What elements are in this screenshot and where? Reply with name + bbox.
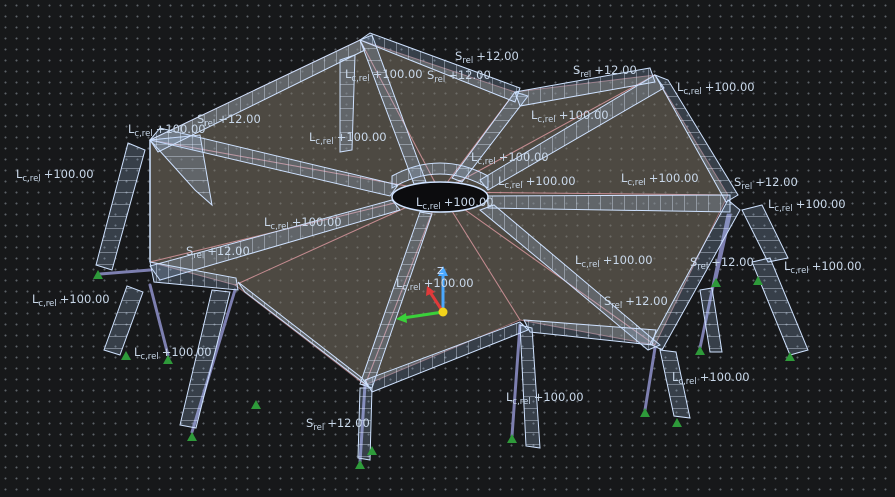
label-value: +100.00	[44, 167, 94, 181]
label-value: +12.00	[594, 63, 637, 77]
label-value: +100.00	[337, 130, 387, 144]
support[interactable]	[640, 408, 650, 417]
side-panel[interactable]	[179, 289, 231, 429]
label-symbol: S	[306, 416, 313, 430]
label-value: +12.00	[625, 294, 668, 308]
label-symbol: S	[455, 49, 462, 63]
label-value: +100.00	[700, 370, 750, 384]
label-symbol: S	[197, 112, 204, 126]
label-value: +100.00	[424, 276, 474, 290]
label-subscript: rel	[462, 56, 473, 66]
label-subscript: rel	[313, 423, 324, 433]
3d-viewport[interactable]: Z Lc,rel +100.00 Lc,rel +100.00 Lc,rel +100.0…	[0, 0, 895, 497]
label-value: +12.00	[755, 175, 798, 189]
column[interactable]	[510, 323, 522, 438]
label-value: +100.00	[534, 390, 584, 404]
column[interactable]	[643, 346, 657, 412]
label-value: +100.00	[705, 80, 755, 94]
label-value: +100.00	[499, 150, 549, 164]
label-subscript: rel	[434, 75, 445, 85]
label-value: +100.00	[292, 215, 342, 229]
label-subscript: c,rel	[402, 283, 420, 293]
support[interactable]	[507, 434, 517, 443]
support[interactable]	[187, 432, 197, 441]
label-value: +100.00	[444, 195, 494, 209]
label-value: +100.00	[812, 259, 862, 273]
result-label: Srel +12.00	[455, 49, 519, 66]
result-label: Lc,rel +100.00	[16, 167, 94, 184]
origin-marker	[438, 307, 448, 317]
label-symbol: S	[427, 68, 434, 82]
support[interactable]	[251, 400, 261, 409]
label-value: +100.00	[796, 197, 846, 211]
label-subscript: c,rel	[422, 202, 440, 212]
label-subscript: c,rel	[477, 157, 495, 167]
label-value: +100.00	[526, 174, 576, 188]
structure-model-canvas[interactable]: Z Lc,rel +100.00Lc,rel +100.00Lc,rel +100.0…	[0, 0, 895, 497]
label-symbol: S	[734, 175, 741, 189]
label-subscript: c,rel	[38, 299, 56, 309]
label-symbol: S	[573, 63, 580, 77]
label-subscript: c,rel	[678, 377, 696, 387]
label-subscript: rel	[580, 70, 591, 80]
label-value: +12.00	[448, 68, 491, 82]
label-subscript: rel	[697, 262, 708, 272]
result-label: Lc,rel +100.00	[506, 390, 584, 407]
label-subscript: c,rel	[134, 129, 152, 139]
label-subscript: c,rel	[504, 181, 522, 191]
label-subscript: c,rel	[351, 74, 369, 84]
column[interactable]	[98, 268, 152, 276]
label-subscript: c,rel	[683, 87, 701, 97]
side-panel[interactable]	[699, 287, 723, 353]
label-subscript: c,rel	[627, 178, 645, 188]
label-value: +100.00	[603, 253, 653, 267]
label-value: +12.00	[207, 244, 250, 258]
label-subscript: c,rel	[790, 266, 808, 276]
label-subscript: c,rel	[774, 204, 792, 214]
label-subscript: c,rel	[512, 397, 530, 407]
result-label: Srel +12.00	[734, 175, 798, 192]
result-label: Lc,rel +100.00	[784, 259, 862, 276]
label-value: +100.00	[162, 345, 212, 359]
result-label: Lc,rel +100.00	[672, 370, 750, 387]
label-value: +12.00	[711, 255, 754, 269]
label-subscript: c,rel	[537, 115, 555, 125]
label-value: +12.00	[327, 416, 370, 430]
label-value: +100.00	[60, 292, 110, 306]
label-subscript: rel	[204, 119, 215, 129]
label-subscript: rel	[741, 182, 752, 192]
label-subscript: c,rel	[581, 260, 599, 270]
label-subscript: c,rel	[270, 222, 288, 232]
label-symbol: S	[690, 255, 697, 269]
side-panel[interactable]	[519, 324, 541, 449]
label-value: +12.00	[476, 49, 519, 63]
label-value: +12.00	[218, 112, 261, 126]
label-subscript: rel	[611, 301, 622, 311]
label-symbol: S	[186, 244, 193, 258]
result-label: Lc,rel +100.00	[32, 292, 110, 309]
label-subscript: c,rel	[315, 137, 333, 147]
label-value: +100.00	[559, 108, 609, 122]
label-symbol: S	[604, 294, 611, 308]
side-panel[interactable]	[95, 142, 146, 271]
support[interactable]	[672, 418, 682, 427]
label-subscript: rel	[193, 251, 204, 261]
label-subscript: c,rel	[140, 352, 158, 362]
label-value: +100.00	[649, 171, 699, 185]
label-value: +100.00	[373, 67, 423, 81]
result-label: Lc,rel +100.00	[677, 80, 755, 97]
result-label: Lc,rel +100.00	[768, 197, 846, 214]
support[interactable]	[695, 346, 705, 355]
support[interactable]	[355, 460, 365, 469]
support[interactable]	[121, 351, 131, 360]
label-subscript: c,rel	[22, 174, 40, 184]
